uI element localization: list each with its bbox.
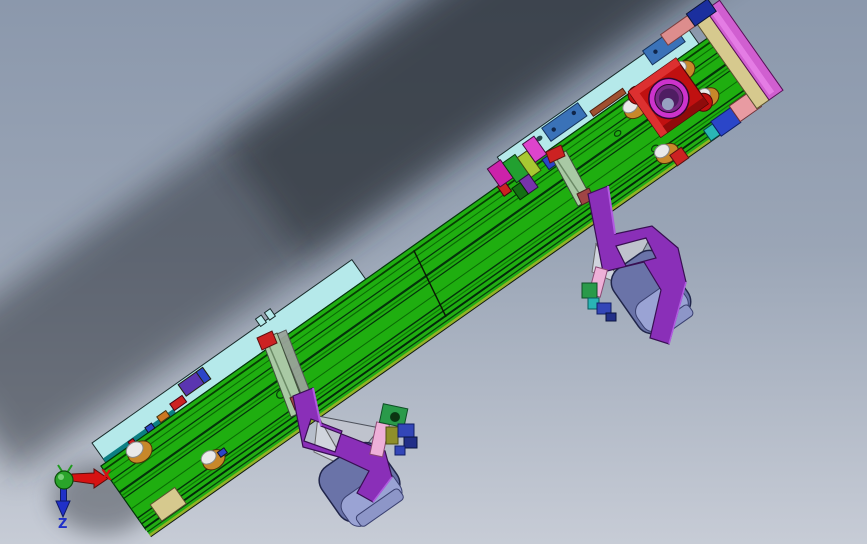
fitting-blue-block[interactable]	[397, 423, 415, 438]
x-axis-label: X	[101, 468, 112, 484]
origin-sphere[interactable]	[54, 470, 74, 490]
fitting-hole	[390, 412, 400, 422]
z-axis-label: Z	[58, 517, 67, 532]
fitting-blue-block[interactable]	[394, 445, 406, 456]
fitting-navy-block[interactable]	[403, 436, 418, 449]
fitting-navy-block[interactable]	[605, 312, 617, 322]
fitting-blue-block[interactable]	[596, 302, 612, 315]
origin-glint	[58, 474, 64, 480]
fitting-olive-block[interactable]	[385, 426, 399, 445]
cad-viewport: X Z	[0, 0, 867, 544]
fitting-green-block[interactable]	[581, 282, 598, 299]
